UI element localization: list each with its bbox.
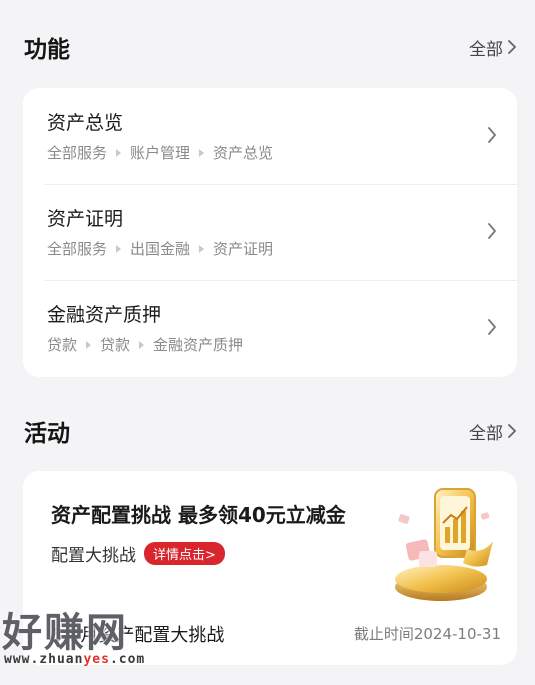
function-item-asset-overview[interactable]: 资产总览 全部服务 账户管理 资产总览 bbox=[23, 88, 517, 184]
breadcrumb-item: 账户管理 bbox=[130, 144, 191, 162]
breadcrumb-separator-icon bbox=[116, 148, 122, 157]
watermark-logo: 好赚网 bbox=[2, 610, 128, 656]
promo-subtitle-row: 配置大挑战 详情点击> bbox=[51, 541, 225, 566]
breadcrumb: 全部服务 账户管理 资产总览 bbox=[47, 142, 273, 163]
breadcrumb: 贷款 贷款 金融资产质押 bbox=[47, 334, 243, 355]
functions-header: 功能 全部 bbox=[24, 30, 517, 64]
promo-deadline: 截止时间2024-10-31 bbox=[353, 625, 501, 643]
function-title: 资产证明 bbox=[47, 208, 124, 230]
see-all-label: 全部 bbox=[469, 39, 503, 60]
gold-phone-chart-illustration bbox=[395, 488, 493, 601]
chevron-right-icon bbox=[488, 127, 496, 143]
chevron-right-icon bbox=[508, 424, 516, 438]
function-item-asset-pledge[interactable]: 金融资产质押 贷款 贷款 金融资产质押 bbox=[23, 280, 517, 376]
breadcrumb-separator-icon bbox=[116, 244, 122, 253]
details-button[interactable]: 详情点击> bbox=[144, 542, 225, 565]
see-all-label: 全部 bbox=[469, 423, 503, 444]
functions-title: 功能 bbox=[24, 37, 70, 63]
function-title: 资产总览 bbox=[47, 112, 124, 134]
breadcrumb: 全部服务 出国金融 资产证明 bbox=[47, 238, 273, 259]
activities-header: 活动 全部 bbox=[24, 414, 517, 448]
breadcrumb-separator-icon bbox=[199, 244, 205, 253]
function-title: 金融资产质押 bbox=[47, 304, 162, 326]
breadcrumb-item: 全部服务 bbox=[47, 144, 108, 162]
activities-see-all-link[interactable]: 全部 bbox=[469, 419, 517, 444]
chevron-right-icon bbox=[508, 40, 516, 54]
promo-subtitle: 配置大挑战 bbox=[51, 546, 136, 566]
breadcrumb-item: 贷款 bbox=[47, 336, 78, 354]
breadcrumb-item: 资产证明 bbox=[213, 240, 274, 258]
activities-title: 活动 bbox=[24, 421, 70, 447]
functions-card: 资产总览 全部服务 账户管理 资产总览 资产证明 全部服务 出国金融 资产证明 … bbox=[23, 88, 517, 377]
watermark-url: www.zhuanyes.com bbox=[4, 652, 146, 667]
breadcrumb-item: 全部服务 bbox=[47, 240, 108, 258]
watermark: 好赚网 www.zhuanyes.com bbox=[0, 600, 200, 672]
breadcrumb-item: 金融资产质押 bbox=[153, 336, 244, 354]
chevron-right-icon bbox=[488, 319, 496, 335]
promo-headline: 资产配置挑战 最多领40元立减金 bbox=[51, 503, 346, 527]
breadcrumb-item: 资产总览 bbox=[213, 144, 274, 162]
breadcrumb-item: 贷款 bbox=[100, 336, 131, 354]
breadcrumb-separator-icon bbox=[199, 148, 205, 157]
breadcrumb-separator-icon bbox=[139, 340, 145, 349]
breadcrumb-item: 出国金融 bbox=[130, 240, 191, 258]
chevron-right-icon bbox=[488, 223, 496, 239]
breadcrumb-separator-icon bbox=[86, 340, 92, 349]
function-item-asset-certificate[interactable]: 资产证明 全部服务 出国金融 资产证明 bbox=[23, 184, 517, 280]
functions-see-all-link[interactable]: 全部 bbox=[469, 35, 517, 60]
